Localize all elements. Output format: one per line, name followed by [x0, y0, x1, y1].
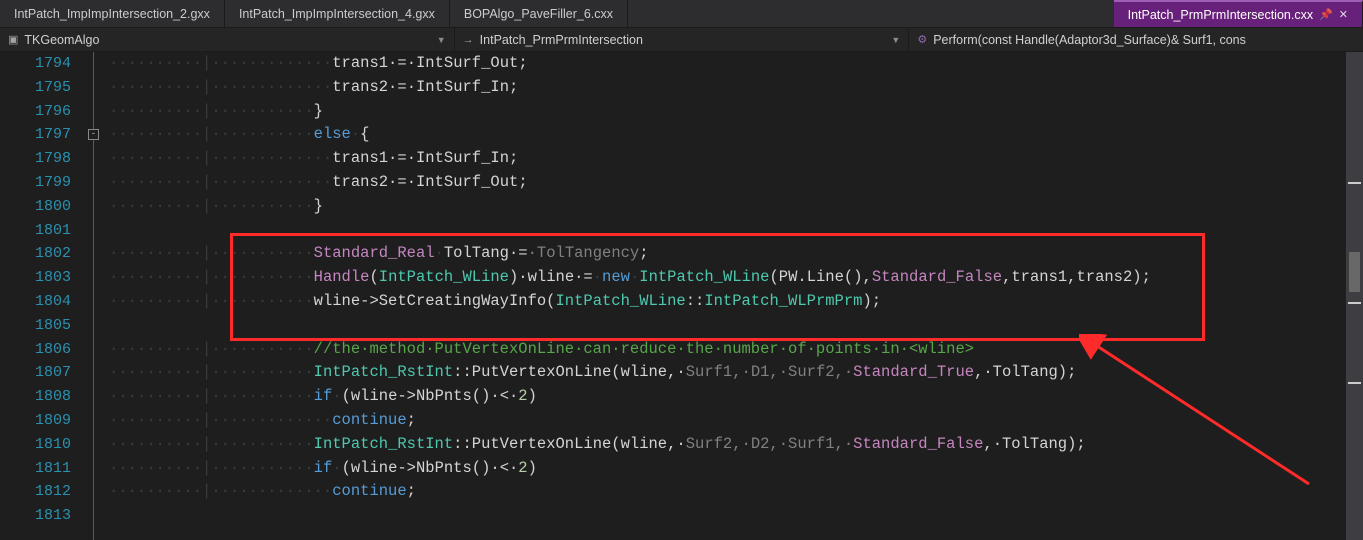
code-line: ··········|···········Standard_Real·TolT… — [109, 242, 1363, 266]
scroll-thumb[interactable] — [1349, 252, 1360, 292]
tab-label: IntPatch_PrmPrmIntersection.cxx — [1128, 8, 1313, 22]
scroll-mark — [1348, 182, 1361, 184]
code-line: ··········|···········wline->SetCreating… — [109, 290, 1363, 314]
tab-spacer — [628, 0, 1114, 27]
code-line: ··········|···········IntPatch_RstInt::P… — [109, 433, 1363, 457]
arrow-icon: → — [463, 34, 474, 46]
tab-file-1[interactable]: IntPatch_ImpImpIntersection_2.gxx — [0, 0, 225, 27]
code-editor: 1794179517961797179817991800180118021803… — [0, 52, 1363, 540]
code-line: ··········|···········} — [109, 195, 1363, 219]
code-line: ··········|···········} — [109, 100, 1363, 124]
line-number: 1804 — [0, 290, 71, 314]
line-number: 1811 — [0, 457, 71, 481]
line-number: 1797 — [0, 123, 71, 147]
line-number: 1812 — [0, 480, 71, 504]
line-number: 1805 — [0, 314, 71, 338]
line-number: 1795 — [0, 76, 71, 100]
tab-file-active[interactable]: IntPatch_PrmPrmIntersection.cxx 📌 ✕ — [1114, 0, 1363, 27]
navigation-bar: ▣ TKGeomAlgo ▼ → IntPatch_PrmPrmIntersec… — [0, 28, 1363, 52]
code-line: ··········|·············trans2·=·IntSurf… — [109, 76, 1363, 100]
fold-toggle[interactable]: - — [88, 129, 99, 140]
nav-file-label: IntPatch_PrmPrmIntersection — [480, 33, 643, 47]
nav-file[interactable]: → IntPatch_PrmPrmIntersection ▼ — [455, 28, 910, 51]
tab-file-3[interactable]: BOPAlgo_PaveFiller_6.cxx — [450, 0, 628, 27]
code-area[interactable]: ··········|·············trans1·=·IntSurf… — [109, 52, 1363, 540]
code-line — [109, 504, 1363, 528]
nav-function-label: Perform(const Handle(Adaptor3d_Surface)&… — [933, 33, 1246, 47]
chevron-down-icon: ▼ — [891, 35, 900, 45]
code-line: ··········|·············continue; — [109, 480, 1363, 504]
tab-label: BOPAlgo_PaveFiller_6.cxx — [464, 7, 613, 21]
code-line: ··········|·············trans2·=·IntSurf… — [109, 171, 1363, 195]
tab-label: IntPatch_ImpImpIntersection_2.gxx — [14, 7, 210, 21]
code-line: ··········|·············trans1·=·IntSurf… — [109, 52, 1363, 76]
method-icon: ⚙ — [917, 33, 927, 46]
line-number: 1809 — [0, 409, 71, 433]
code-line: ··········|···········if·(wline->NbPnts(… — [109, 385, 1363, 409]
line-number: 1813 — [0, 504, 71, 528]
code-line: ··········|···········if·(wline->NbPnts(… — [109, 457, 1363, 481]
nav-project[interactable]: ▣ TKGeomAlgo ▼ — [0, 28, 455, 51]
code-line: ··········|···········IntPatch_RstInt::P… — [109, 361, 1363, 385]
line-number: 1803 — [0, 266, 71, 290]
line-number: 1798 — [0, 147, 71, 171]
nav-function[interactable]: ⚙ Perform(const Handle(Adaptor3d_Surface… — [909, 28, 1363, 51]
line-number: 1796 — [0, 100, 71, 124]
line-number: 1807 — [0, 361, 71, 385]
chevron-down-icon: ▼ — [437, 35, 446, 45]
scroll-mark — [1348, 302, 1361, 304]
tab-file-2[interactable]: IntPatch_ImpImpIntersection_4.gxx — [225, 0, 450, 27]
vertical-scrollbar[interactable] — [1346, 52, 1363, 540]
fold-gutter: - — [85, 52, 109, 540]
close-icon[interactable]: ✕ — [1339, 8, 1348, 21]
code-line: ··········|·············continue; — [109, 409, 1363, 433]
line-number: 1810 — [0, 433, 71, 457]
line-number: 1806 — [0, 338, 71, 362]
scroll-mark — [1348, 382, 1361, 384]
code-line — [109, 314, 1363, 338]
fold-guide — [93, 52, 94, 540]
line-number: 1808 — [0, 385, 71, 409]
line-number-gutter: 1794179517961797179817991800180118021803… — [0, 52, 85, 540]
code-line: ··········|·············trans1·=·IntSurf… — [109, 147, 1363, 171]
nav-project-label: TKGeomAlgo — [24, 33, 99, 47]
code-line: ··········|···········//the·method·PutVe… — [109, 338, 1363, 362]
line-number: 1801 — [0, 219, 71, 243]
line-number: 1794 — [0, 52, 71, 76]
code-line: ··········|···········Handle(IntPatch_WL… — [109, 266, 1363, 290]
project-icon: ▣ — [8, 33, 18, 46]
line-number: 1800 — [0, 195, 71, 219]
code-line — [109, 219, 1363, 243]
pin-icon[interactable]: 📌 — [1319, 8, 1333, 21]
line-number: 1799 — [0, 171, 71, 195]
line-number: 1802 — [0, 242, 71, 266]
tabs-bar: IntPatch_ImpImpIntersection_2.gxx IntPat… — [0, 0, 1363, 28]
tab-label: IntPatch_ImpImpIntersection_4.gxx — [239, 7, 435, 21]
code-line: ··········|···········else·{ — [109, 123, 1363, 147]
